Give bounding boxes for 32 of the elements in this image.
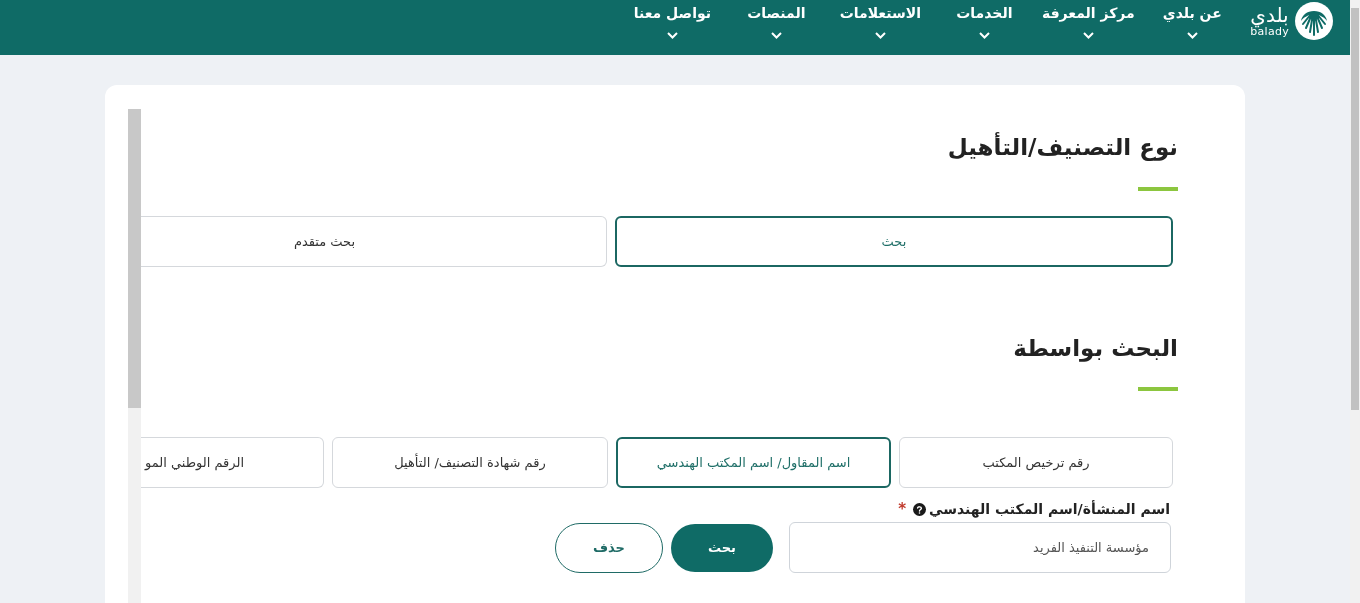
- nav-item[interactable]: مركز المعرفة: [1036, 0, 1141, 39]
- chevron-down-icon: [1082, 32, 1094, 39]
- search-by-option[interactable]: اسم المقاول/ اسم المكتب الهندسي: [616, 437, 891, 488]
- chevron-down-icon: [978, 32, 990, 39]
- nav-item[interactable]: عن بلدي: [1140, 0, 1245, 39]
- logo-text: بلدي: [1250, 4, 1289, 26]
- chevron-down-icon: [1186, 32, 1198, 39]
- name-input-field[interactable]: مؤسسة التنفيذ الفريد: [789, 522, 1171, 573]
- nav-item[interactable]: تواصل معنا: [620, 0, 725, 39]
- search-by-option[interactable]: رقم ترخيص المكتب: [899, 437, 1173, 488]
- search-type-tab[interactable]: بحث متقدم: [141, 216, 607, 267]
- help-icon[interactable]: [913, 502, 927, 516]
- chevron-down-icon: [770, 32, 782, 39]
- title-underline: [1138, 387, 1178, 391]
- section-title: البحث بواسطة: [1013, 334, 1178, 364]
- search-by-option[interactable]: الرقم الوطني المو: [141, 437, 324, 488]
- field-label: اسم المنشأة/اسم المكتب الهندسي: [929, 499, 1170, 520]
- search-type-tab[interactable]: بحث: [615, 216, 1173, 267]
- scrollbar-thumb[interactable]: [1351, 8, 1359, 410]
- scrollbar-thumb[interactable]: [128, 109, 141, 408]
- nav-item[interactable]: الخدمات: [932, 0, 1037, 39]
- chevron-down-icon: [666, 32, 678, 39]
- search-by-option[interactable]: رقم شهادة التصنيف/ التأهيل: [332, 437, 608, 488]
- nav-item[interactable]: المنصات: [724, 0, 829, 39]
- search-button[interactable]: بحث: [671, 523, 773, 572]
- clear-button[interactable]: حذف: [555, 522, 663, 573]
- required-asterisk: *: [898, 498, 907, 520]
- chevron-down-icon: [874, 32, 886, 39]
- nav-item[interactable]: الاستعلامات: [828, 0, 933, 39]
- logo-subtitle: balady: [1250, 26, 1289, 38]
- title-underline: [1138, 187, 1178, 191]
- section-title: نوع التصنيف/التأهيل: [947, 131, 1178, 163]
